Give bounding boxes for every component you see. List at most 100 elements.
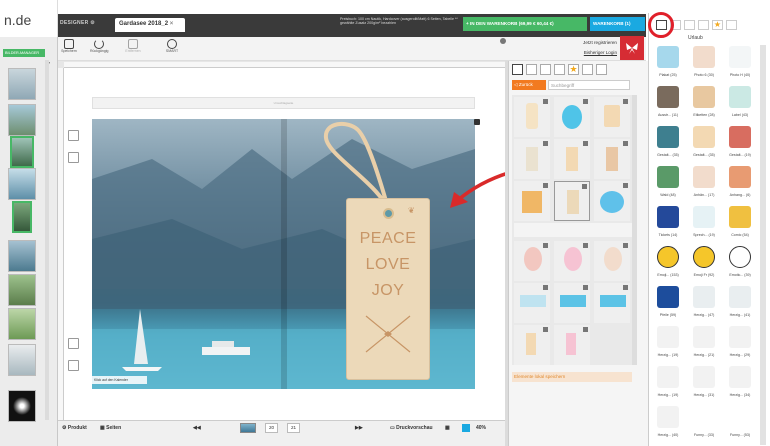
tab-layouts[interactable] xyxy=(698,20,709,30)
element-item[interactable] xyxy=(514,139,550,179)
tab-frames[interactable] xyxy=(512,64,523,75)
gear-icon[interactable]: ⚙ xyxy=(90,20,95,26)
category-item[interactable]: Herzig... (29) xyxy=(723,324,757,362)
element-item[interactable] xyxy=(594,241,630,281)
back-button[interactable]: ◁ Zurück xyxy=(512,80,546,90)
page-from[interactable]: 20 xyxy=(265,423,278,433)
thumbnail[interactable] xyxy=(10,136,34,168)
product-button[interactable]: ⚙ Produkt xyxy=(62,425,87,431)
logo[interactable]: n.de xyxy=(0,0,58,37)
category-item[interactable]: Photo 6 (30) xyxy=(687,44,721,82)
thumbnail[interactable] xyxy=(8,104,36,136)
tab-backgrounds[interactable] xyxy=(726,20,737,30)
element-item[interactable] xyxy=(554,241,590,281)
category-item[interactable]: Gestalt... (19) xyxy=(723,124,757,162)
brand-button[interactable] xyxy=(620,36,644,60)
snap-icon[interactable] xyxy=(462,424,470,432)
category-item[interactable]: Anhän... (17) xyxy=(687,164,721,202)
category-item[interactable]: Herzig... (19) xyxy=(651,324,685,362)
register-link[interactable]: Jetzt registrieren xyxy=(565,40,617,45)
element-item[interactable] xyxy=(594,139,630,179)
image-manager-button[interactable]: BILDER-MANAGER xyxy=(3,49,45,57)
cart-button[interactable]: WARENKORB (1) xyxy=(590,17,645,31)
category-item[interactable]: Comic (54) xyxy=(723,204,757,242)
document-tab[interactable]: Gardasee 2018_2 × xyxy=(115,18,185,32)
category-item[interactable]: Plakat (25) xyxy=(651,44,685,82)
element-item[interactable] xyxy=(594,181,630,221)
category-item[interactable]: Anhang... (6) xyxy=(723,164,757,202)
trash-icon[interactable] xyxy=(68,360,79,371)
category-item[interactable]: Sprech... (19) xyxy=(687,204,721,242)
element-strip[interactable] xyxy=(514,223,632,237)
save-elements-locally[interactable]: Elemente lokal speichern xyxy=(512,372,632,382)
tab-shapes[interactable] xyxy=(526,64,537,75)
category-item[interactable]: Herzig... (34) xyxy=(723,364,757,402)
page-to[interactable]: 21 xyxy=(287,423,300,433)
login-link[interactable]: Bisheriger Login xyxy=(565,50,617,55)
sidebar-scrollbar[interactable] xyxy=(45,60,49,420)
tab-backgrounds[interactable] xyxy=(582,64,593,75)
save-button[interactable]: Speichern xyxy=(60,39,78,59)
zoom-level[interactable]: 40% xyxy=(476,425,486,431)
category-item[interactable]: Herzig... (19) xyxy=(651,364,685,402)
category-item[interactable]: Wald (48) xyxy=(651,164,685,202)
element-item[interactable] xyxy=(514,241,550,281)
tab-text[interactable] xyxy=(596,64,607,75)
category-item[interactable]: Herzig... (47) xyxy=(687,284,721,322)
thumbnail[interactable] xyxy=(8,68,36,100)
clipboard-icon[interactable] xyxy=(68,338,79,349)
preview-button[interactable]: ▭ Druckvorschau xyxy=(390,425,433,431)
category-item[interactable]: Photo H (40) xyxy=(723,44,757,82)
thumbnail[interactable] xyxy=(8,344,36,376)
element-item[interactable] xyxy=(554,97,590,137)
element-item-selected[interactable] xyxy=(554,181,590,221)
element-item[interactable] xyxy=(554,139,590,179)
close-icon[interactable]: × xyxy=(170,21,174,27)
undo-button[interactable]: Rückgängig xyxy=(90,39,108,59)
category-item[interactable]: Ausstr... (11) xyxy=(651,84,685,122)
element-item[interactable] xyxy=(594,97,630,137)
element-item[interactable] xyxy=(514,325,550,365)
element-item[interactable] xyxy=(514,283,550,323)
canvas-handle[interactable] xyxy=(474,119,480,125)
category-item[interactable]: Funny... (53) xyxy=(723,404,757,442)
add-to-cart-button[interactable]: + IN DEN WARENKORB (69,99 € 60,44 €) xyxy=(463,17,587,31)
thumbnail[interactable] xyxy=(8,390,36,422)
element-item[interactable] xyxy=(594,283,630,323)
text-icon[interactable] xyxy=(68,152,79,163)
last-page-icon[interactable]: ▶▶ xyxy=(355,425,363,431)
element-item[interactable] xyxy=(514,181,550,221)
category-item[interactable]: Pfeile (59) xyxy=(651,284,685,322)
category-item[interactable]: Herzig... (21) xyxy=(687,324,721,362)
category-item[interactable]: Tickets (14) xyxy=(651,204,685,242)
thumbnail[interactable] xyxy=(8,240,36,272)
pages-button[interactable]: ▦ Seiten xyxy=(100,425,121,431)
category-item[interactable]: Gestalt... (35) xyxy=(687,124,721,162)
category-item[interactable]: Herzig... (40) xyxy=(651,404,685,442)
thumbnail[interactable] xyxy=(8,274,36,306)
image-icon[interactable] xyxy=(68,130,79,141)
category-item[interactable]: Herzig... (31) xyxy=(687,364,721,402)
element-item[interactable] xyxy=(514,97,550,137)
remove-button[interactable]: Entfernen xyxy=(124,39,142,59)
category-item[interactable]: Emotic... (39) xyxy=(723,244,757,282)
search-input[interactable]: Suchbegriff xyxy=(548,80,630,90)
category-item[interactable]: Etiketten (28) xyxy=(687,84,721,122)
element-item[interactable] xyxy=(554,283,590,323)
category-item[interactable]: Label (43) xyxy=(723,84,757,122)
tab-images[interactable] xyxy=(684,20,695,30)
element-item[interactable] xyxy=(554,325,590,365)
category-scrollbar[interactable] xyxy=(760,45,766,445)
grid-icon[interactable]: ▦ xyxy=(445,425,450,431)
category-item[interactable]: Gestalt... (35) xyxy=(651,124,685,162)
element-scrollbar[interactable] xyxy=(632,95,637,365)
thumbnail[interactable] xyxy=(8,168,36,200)
thumbnail[interactable] xyxy=(8,308,36,340)
first-page-icon[interactable]: ◀◀ xyxy=(193,425,201,431)
category-item[interactable]: Emoji Fr (92) xyxy=(687,244,721,282)
tab-stickers[interactable]: ★ xyxy=(568,64,579,75)
thumbnail[interactable] xyxy=(12,201,32,233)
category-item[interactable]: Funny... (33) xyxy=(687,404,721,442)
tab-stickers[interactable]: ★ xyxy=(712,20,723,30)
category-item[interactable]: Emoji... (153) xyxy=(651,244,685,282)
